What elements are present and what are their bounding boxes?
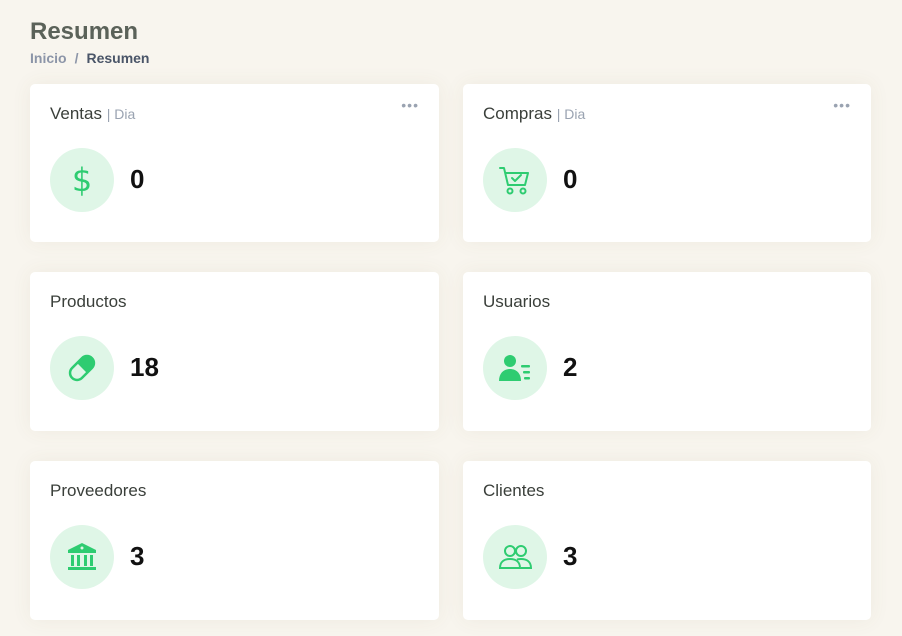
card-value: 0 — [563, 164, 578, 194]
card-title: Usuarios — [483, 292, 550, 312]
card-title: Compras | Dia — [483, 104, 585, 124]
card-value: 3 — [563, 541, 578, 571]
card-title-label: Clientes — [483, 481, 545, 500]
card-title-label: Ventas — [50, 104, 102, 123]
page-title: Resumen — [30, 18, 139, 45]
card-compras: Compras | Dia ••• 0 — [463, 84, 871, 242]
card-period: | Dia — [556, 106, 586, 122]
card-title-label: Usuarios — [483, 292, 551, 311]
pill-icon — [50, 336, 114, 400]
card-title-label: Productos — [50, 292, 127, 311]
card-title-label: Proveedores — [50, 481, 147, 500]
more-options-icon[interactable]: ••• — [401, 98, 419, 112]
people-icon — [483, 525, 547, 589]
card-proveedores: Proveedores 3 — [30, 461, 439, 620]
more-options-icon[interactable]: ••• — [833, 98, 851, 112]
bank-icon — [50, 525, 114, 589]
svg-text:$: $ — [72, 163, 92, 197]
breadcrumb-home-link[interactable]: Inicio — [30, 50, 67, 66]
card-clientes: Clientes 3 — [463, 461, 871, 620]
card-title-label: Compras — [483, 104, 552, 123]
user-list-icon — [483, 336, 547, 400]
card-title: Proveedores — [50, 481, 146, 501]
card-productos: Productos 18 — [30, 272, 439, 431]
dollar-icon: $ — [50, 148, 114, 212]
card-usuarios: Usuarios 2 — [463, 272, 871, 431]
card-value: 3 — [130, 541, 145, 571]
cart-icon — [483, 148, 547, 212]
breadcrumb-separator: / — [74, 50, 79, 66]
card-ventas: Ventas | Dia ••• $ 0 — [30, 84, 439, 242]
breadcrumb: Inicio / Resumen — [30, 50, 149, 66]
card-value: 2 — [563, 352, 578, 382]
card-value: 0 — [130, 164, 145, 194]
card-value: 18 — [130, 352, 159, 382]
breadcrumb-current: Resumen — [86, 50, 150, 66]
card-title: Ventas | Dia — [50, 104, 135, 124]
card-period: | Dia — [106, 106, 136, 122]
card-title: Clientes — [483, 481, 544, 501]
card-title: Productos — [50, 292, 127, 312]
